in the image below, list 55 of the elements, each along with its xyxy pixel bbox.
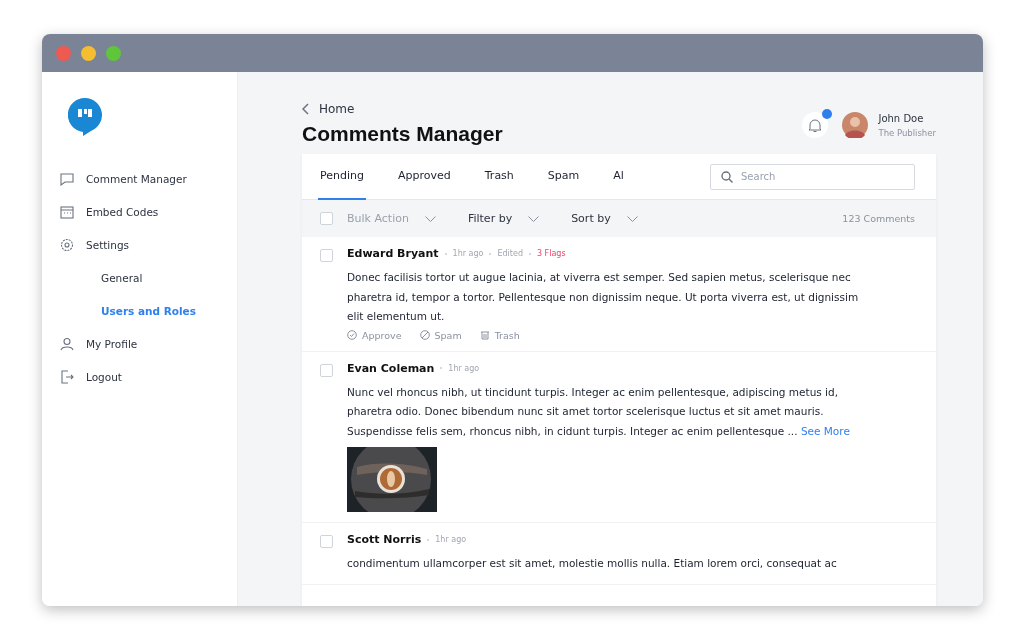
speech-bubble-icon bbox=[60, 171, 74, 186]
nav-item[interactable]: Embed Codes bbox=[60, 195, 237, 228]
check-circle-icon bbox=[347, 330, 357, 340]
person-icon bbox=[60, 336, 74, 351]
tab[interactable]: Approved bbox=[396, 154, 453, 200]
logout-icon bbox=[60, 369, 74, 384]
maximize-button[interactable] bbox=[106, 45, 121, 61]
comment-count: 123 Comments bbox=[842, 213, 915, 224]
nav-item[interactable]: Comment Manager bbox=[60, 162, 237, 195]
page-title: Comments Manager bbox=[302, 122, 503, 146]
comment-time: 1hr ago bbox=[452, 249, 484, 258]
back-link[interactable]: Home bbox=[302, 102, 503, 116]
comment-checkbox[interactable] bbox=[320, 535, 333, 548]
search-icon bbox=[721, 170, 733, 183]
comment-checkbox[interactable] bbox=[320, 249, 333, 262]
comment-text: condimentum ullamcorper est sit amet, molestie mollis nulla. Etiam lorem orci, consequat ac bbox=[347, 556, 838, 571]
nav-item[interactable]: General bbox=[60, 261, 237, 294]
comment-text: Donec facilisis tortor ut augue lacinia, at viverra est semper. Sed sapien metus, scelerisque nec pharetra id, tempor a tortor. Pellentesque non dignissim neque. Ut porta viverra est, ut dignissim elit elementum ut. bbox=[347, 270, 860, 324]
chevron-down-icon bbox=[626, 215, 638, 222]
chevron-down-icon bbox=[528, 215, 540, 222]
minimize-button[interactable] bbox=[81, 45, 96, 61]
search-field[interactable]: Search bbox=[710, 163, 915, 190]
comment-time: 1hr ago bbox=[448, 363, 480, 373]
edited-label: Edited bbox=[497, 249, 523, 258]
trash-icon bbox=[479, 330, 490, 340]
dropdown[interactable]: Sort by bbox=[571, 212, 638, 225]
comment-author: Evan Coleman bbox=[347, 361, 435, 375]
comment-author: Scott Norris bbox=[347, 533, 422, 546]
tab[interactable]: Al bbox=[611, 154, 626, 200]
nav-item[interactable]: My Profile bbox=[60, 327, 237, 360]
tab[interactable]: Spam bbox=[545, 154, 582, 200]
settings-icon bbox=[60, 237, 74, 252]
comment-text: Nunc vel rhoncus nibh, ut tincidunt turpis. Integer ac enim pellentesque, adipiscing metus id, pharetra odio. Donec bibendum nunc sit amet tortor scelerisque luctus et sit amet mauris. Suspendisse felis sem, rhoncus nibh, in cidunt turpis. Integer ac enim pellentesque ... See More bbox=[347, 384, 851, 439]
flag-count: 3 Flags bbox=[536, 249, 566, 258]
block-icon bbox=[419, 330, 430, 340]
nav-item[interactable]: Logout bbox=[60, 360, 237, 393]
comment-checkbox[interactable] bbox=[320, 363, 333, 377]
notification-button[interactable] bbox=[802, 112, 829, 138]
logo-icon bbox=[68, 98, 102, 136]
user-role: The Publisher bbox=[878, 127, 936, 138]
nav-item[interactable]: Users and Roles bbox=[60, 294, 237, 327]
nav-item[interactable]: Settings bbox=[60, 228, 237, 261]
dropdown[interactable]: Filter by bbox=[467, 212, 540, 225]
comment-author: Edward Bryant bbox=[347, 247, 439, 260]
tab[interactable]: Trash bbox=[482, 154, 516, 200]
avatar bbox=[842, 112, 869, 138]
see-more-link[interactable]: See More bbox=[800, 424, 850, 437]
bell-icon bbox=[808, 117, 823, 133]
chevron-left-icon bbox=[302, 103, 309, 115]
calendar-icon bbox=[60, 204, 74, 219]
select-all-checkbox[interactable] bbox=[320, 212, 333, 225]
comment-time: 1hr ago bbox=[435, 535, 467, 544]
chevron-down-icon bbox=[424, 215, 436, 222]
user-name: John Doe bbox=[878, 112, 925, 124]
close-button[interactable] bbox=[56, 45, 71, 61]
